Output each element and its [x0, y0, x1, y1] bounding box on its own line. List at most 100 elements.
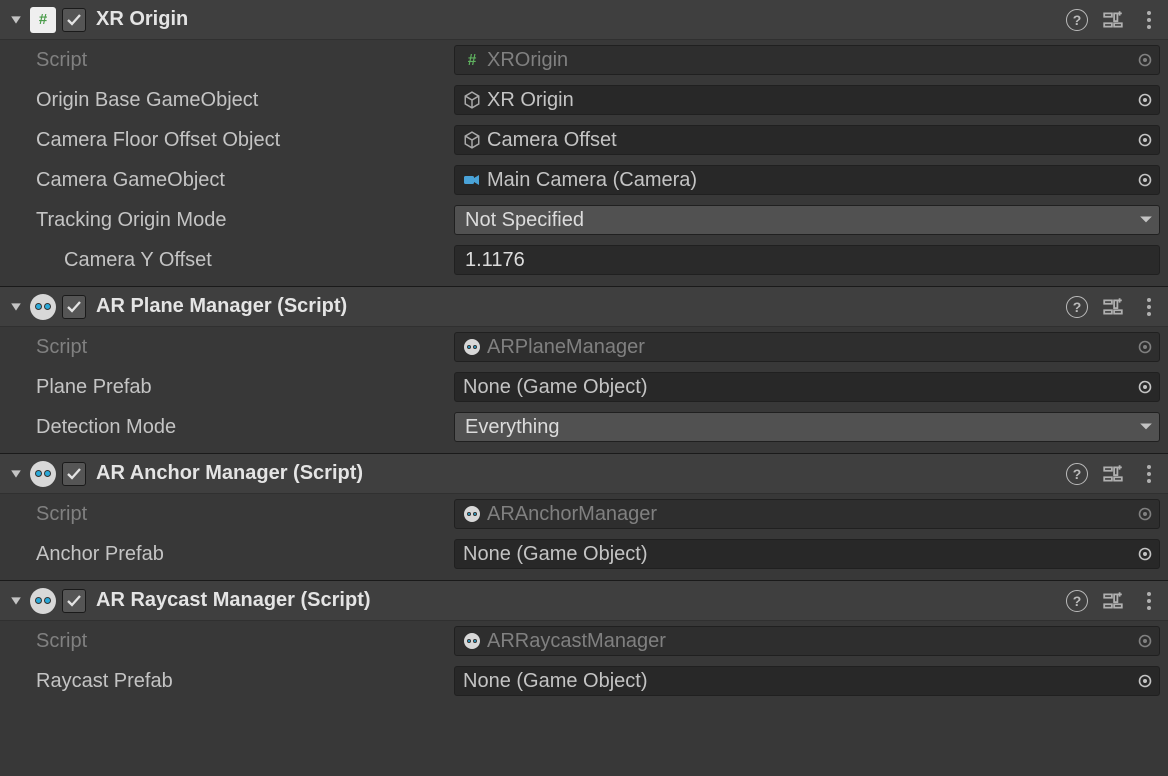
- svg-text:#: #: [468, 52, 477, 69]
- csharp-script-icon: #: [30, 7, 56, 33]
- inspector: # XR Origin ? Script # XROr: [0, 0, 1168, 701]
- component-ar-raycast-manager: AR Raycast Manager (Script) ? Script ARR…: [0, 580, 1168, 701]
- object-field[interactable]: None (Game Object): [454, 372, 1160, 402]
- enable-checkbox[interactable]: [62, 462, 86, 486]
- property-row-raycast-prefab: Raycast Prefab None (Game Object): [0, 661, 1168, 701]
- property-row-script: Script ARAnchorManager: [0, 494, 1168, 534]
- object-field-value: ARPlaneManager: [487, 336, 645, 359]
- chevron-down-icon: [1139, 215, 1153, 225]
- object-picker-icon[interactable]: [1135, 90, 1155, 110]
- object-picker-icon[interactable]: [1135, 50, 1155, 70]
- property-label: Camera GameObject: [36, 169, 454, 192]
- object-field-value: ARRaycastManager: [487, 630, 666, 653]
- dropdown-value: Everything: [465, 416, 560, 439]
- property-label: Camera Floor Offset Object: [36, 129, 454, 152]
- object-field[interactable]: None (Game Object): [454, 539, 1160, 569]
- component-title: AR Plane Manager (Script): [96, 295, 1066, 318]
- component-header[interactable]: AR Anchor Manager (Script) ?: [0, 454, 1168, 494]
- component-xr-origin: # XR Origin ? Script # XROr: [0, 0, 1168, 286]
- object-field-value: ARAnchorManager: [487, 503, 657, 526]
- object-field-value: Main Camera (Camera): [487, 169, 697, 192]
- object-picker-icon[interactable]: [1135, 337, 1155, 357]
- enable-checkbox[interactable]: [62, 589, 86, 613]
- property-label: Script: [36, 503, 454, 526]
- svg-text:#: #: [39, 11, 48, 28]
- object-field[interactable]: None (Game Object): [454, 666, 1160, 696]
- property-label: Script: [36, 630, 454, 653]
- property-label: Detection Mode: [36, 416, 454, 439]
- property-row-origin-base: Origin Base GameObject XR Origin: [0, 80, 1168, 120]
- foldout-icon[interactable]: [6, 591, 26, 611]
- enable-checkbox[interactable]: [62, 8, 86, 32]
- object-field-script[interactable]: ARAnchorManager: [454, 499, 1160, 529]
- robot-script-icon: [30, 294, 56, 320]
- help-icon[interactable]: ?: [1066, 590, 1088, 612]
- property-row-camera-y-offset: Camera Y Offset 1.1176: [0, 240, 1168, 280]
- presets-icon[interactable]: [1102, 9, 1124, 31]
- presets-icon[interactable]: [1102, 463, 1124, 485]
- robot-script-icon: [30, 461, 56, 487]
- enable-checkbox[interactable]: [62, 295, 86, 319]
- foldout-icon[interactable]: [6, 10, 26, 30]
- object-field-value: None (Game Object): [463, 376, 648, 399]
- property-label: Plane Prefab: [36, 376, 454, 399]
- property-row-camera-floor-offset: Camera Floor Offset Object Camera Offset: [0, 120, 1168, 160]
- help-icon[interactable]: ?: [1066, 9, 1088, 31]
- gameobject-icon: [463, 91, 481, 109]
- object-field-value: None (Game Object): [463, 670, 648, 693]
- dropdown-field[interactable]: Everything: [454, 412, 1160, 442]
- robot-script-icon: [30, 588, 56, 614]
- object-picker-icon[interactable]: [1135, 671, 1155, 691]
- robot-icon: [463, 505, 481, 523]
- presets-icon[interactable]: [1102, 590, 1124, 612]
- float-field[interactable]: 1.1176: [454, 245, 1160, 275]
- object-field[interactable]: Camera Offset: [454, 125, 1160, 155]
- float-value: 1.1176: [465, 249, 525, 272]
- property-row-anchor-prefab: Anchor Prefab None (Game Object): [0, 534, 1168, 574]
- object-field[interactable]: Main Camera (Camera): [454, 165, 1160, 195]
- foldout-icon[interactable]: [6, 297, 26, 317]
- object-field[interactable]: XR Origin: [454, 85, 1160, 115]
- object-field-script[interactable]: ARRaycastManager: [454, 626, 1160, 656]
- object-field-value: None (Game Object): [463, 543, 648, 566]
- help-icon[interactable]: ?: [1066, 463, 1088, 485]
- kebab-menu-icon[interactable]: [1138, 9, 1160, 31]
- property-label: Tracking Origin Mode: [36, 209, 454, 232]
- property-label: Camera Y Offset: [64, 249, 454, 272]
- object-field-script[interactable]: # XROrigin: [454, 45, 1160, 75]
- component-title: XR Origin: [96, 8, 1066, 31]
- property-row-script: Script ARRaycastManager: [0, 621, 1168, 661]
- property-row-tracking-origin-mode: Tracking Origin Mode Not Specified: [0, 200, 1168, 240]
- object-picker-icon[interactable]: [1135, 170, 1155, 190]
- property-row-script: Script ARPlaneManager: [0, 327, 1168, 367]
- hash-icon: #: [463, 51, 481, 69]
- kebab-menu-icon[interactable]: [1138, 463, 1160, 485]
- object-picker-icon[interactable]: [1135, 130, 1155, 150]
- component-ar-anchor-manager: AR Anchor Manager (Script) ? Script ARAn…: [0, 453, 1168, 580]
- foldout-icon[interactable]: [6, 464, 26, 484]
- object-field-script[interactable]: ARPlaneManager: [454, 332, 1160, 362]
- kebab-menu-icon[interactable]: [1138, 296, 1160, 318]
- object-picker-icon[interactable]: [1135, 504, 1155, 524]
- component-header[interactable]: AR Plane Manager (Script) ?: [0, 287, 1168, 327]
- object-picker-icon[interactable]: [1135, 377, 1155, 397]
- property-label: Anchor Prefab: [36, 543, 454, 566]
- help-icon[interactable]: ?: [1066, 296, 1088, 318]
- component-header[interactable]: AR Raycast Manager (Script) ?: [0, 581, 1168, 621]
- property-row-script: Script # XROrigin: [0, 40, 1168, 80]
- object-picker-icon[interactable]: [1135, 631, 1155, 651]
- kebab-menu-icon[interactable]: [1138, 590, 1160, 612]
- component-ar-plane-manager: AR Plane Manager (Script) ? Script ARPla…: [0, 286, 1168, 453]
- object-field-value: Camera Offset: [487, 129, 617, 152]
- dropdown-value: Not Specified: [465, 209, 584, 232]
- property-row-detection-mode: Detection Mode Everything: [0, 407, 1168, 447]
- robot-icon: [463, 632, 481, 650]
- property-label: Raycast Prefab: [36, 670, 454, 693]
- object-field-value: XR Origin: [487, 89, 574, 112]
- property-row-camera-gameobject: Camera GameObject Main Camera (Camera): [0, 160, 1168, 200]
- component-header[interactable]: # XR Origin ?: [0, 0, 1168, 40]
- presets-icon[interactable]: [1102, 296, 1124, 318]
- object-picker-icon[interactable]: [1135, 544, 1155, 564]
- dropdown-field[interactable]: Not Specified: [454, 205, 1160, 235]
- chevron-down-icon: [1139, 422, 1153, 432]
